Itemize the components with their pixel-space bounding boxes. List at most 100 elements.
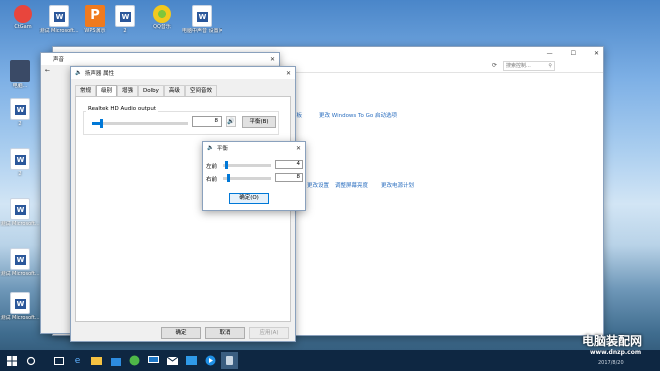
desktop-icon-label: 电脑中声音 设置问题: [182, 28, 222, 34]
window-controls: ✕: [296, 145, 301, 152]
channel-left-slider[interactable]: [223, 161, 271, 169]
link-power-plan[interactable]: 更改电源计划: [381, 181, 414, 189]
refresh-icon[interactable]: ⟳: [492, 62, 497, 69]
taskbar: e: [0, 350, 660, 371]
media-player-icon[interactable]: [202, 352, 219, 369]
volume-value-field[interactable]: 8: [192, 116, 222, 127]
speaker-title: 扬声器 属性: [84, 71, 115, 77]
desktop-icon-label: 测试 Microsoft...: [0, 315, 40, 321]
balance-title: 平衡: [216, 146, 228, 152]
window-controls: ✕: [286, 70, 291, 77]
word-document-icon: [115, 5, 135, 27]
watermark-url: www.dnzp.com: [590, 349, 642, 356]
channel-left-value[interactable]: 4: [275, 160, 303, 169]
qq-icon[interactable]: [126, 352, 143, 369]
photo-icon[interactable]: [183, 352, 200, 369]
mute-speaker-icon[interactable]: 🔊: [226, 116, 236, 127]
ok-button[interactable]: 确定: [161, 327, 201, 339]
tab-levels[interactable]: 级别: [96, 85, 118, 96]
link-windows-to-go[interactable]: 更改 Windows To Go 启动选项: [319, 111, 397, 119]
search-placeholder: 搜索控制...: [506, 62, 531, 69]
watermark-brand: 电脑装配网: [582, 334, 643, 348]
mail-icon[interactable]: [164, 352, 181, 369]
slider-fill: [92, 122, 100, 125]
desktop-icon-doc[interactable]: 测试 Microsoft...: [39, 5, 79, 34]
desktop-icon-label: 2: [123, 28, 127, 34]
close-icon[interactable]: ✕: [286, 70, 291, 77]
speaker-icon: 🔈: [75, 70, 82, 76]
tab-advanced[interactable]: 高级: [163, 85, 185, 96]
desktop-icon-doc[interactable]: 2: [105, 5, 145, 34]
balance-dialog: 🔈 平衡 ✕ 左前 4 右前 8 确定(O): [202, 141, 306, 211]
desktop-icon-doc[interactable]: 测试 Microsoft...: [0, 292, 40, 321]
channel-right-value[interactable]: 8: [275, 173, 303, 182]
window-controls: ✕: [270, 56, 275, 63]
balance-titlebar: 🔈 平衡 ✕: [203, 142, 305, 154]
app-shortcut-icon: [10, 60, 30, 82]
device-label: Realtek HD Audio output: [86, 106, 158, 112]
link-brightness[interactable]: 调整屏幕亮度: [335, 181, 368, 189]
slider-track: [223, 177, 271, 180]
desktop-icon-label: 2: [18, 171, 22, 177]
maximize-icon[interactable]: ☐: [571, 50, 576, 57]
slider-track: [223, 164, 271, 167]
close-icon[interactable]: ✕: [270, 56, 275, 63]
word-document-icon: [10, 98, 30, 120]
search-input[interactable]: 搜索控制... ⚲: [503, 60, 556, 71]
cancel-button[interactable]: 取消: [205, 327, 245, 339]
apply-button[interactable]: 应用(A): [249, 327, 289, 339]
tab-dolby[interactable]: Dolby: [138, 85, 164, 96]
desktop-icon-doc[interactable]: 测试 Microsoft...: [0, 198, 40, 227]
speaker-app-icon[interactable]: [221, 352, 238, 369]
desktop-icon-camera[interactable]: CtGam: [3, 5, 43, 30]
sound-titlebar: 声音 ✕: [41, 53, 279, 65]
back-arrow-icon[interactable]: ←: [45, 67, 50, 74]
balance-button[interactable]: 平衡(B): [242, 116, 276, 128]
slider-thumb[interactable]: [224, 161, 228, 169]
channel-left-label: 左前: [206, 164, 218, 170]
close-icon[interactable]: ✕: [594, 50, 599, 57]
desktop-icon-label: 测试 Microsoft...: [0, 271, 40, 277]
desktop-icon-label: 2: [18, 121, 22, 127]
desktop-icon-doc[interactable]: 2: [0, 98, 40, 127]
word-document-icon: [192, 5, 212, 27]
slider-thumb[interactable]: [99, 119, 103, 128]
slider-thumb[interactable]: [226, 174, 230, 182]
device-group: Realtek HD Audio output 8 🔊 平衡(B): [83, 106, 279, 135]
windows-start-icon[interactable]: [3, 352, 20, 369]
task-view-icon[interactable]: [50, 352, 67, 369]
desktop-icon-doc[interactable]: 测试 Microsoft...: [0, 248, 40, 277]
cortana-search-icon[interactable]: [22, 352, 39, 369]
monitor-icon[interactable]: [145, 352, 162, 369]
tab-enhancements[interactable]: 增强: [117, 85, 139, 96]
desktop-icon-label: 测试 Microsoft...: [39, 28, 79, 34]
word-document-icon: [49, 5, 69, 27]
word-document-icon: [10, 198, 30, 220]
desktop-icon-label: QQ音乐: [153, 24, 171, 30]
music-app-icon: [153, 5, 171, 23]
desktop-icon-doc[interactable]: 2: [0, 148, 40, 177]
camera-app-icon: [14, 5, 32, 23]
word-document-icon: [10, 248, 30, 270]
minimize-icon[interactable]: —: [547, 50, 553, 57]
browser-icon[interactable]: e: [69, 352, 86, 369]
desktop-icon-label: CtGam: [14, 24, 32, 30]
volume-slider[interactable]: [92, 119, 188, 128]
channel-right-slider[interactable]: [223, 174, 271, 182]
search-icon: ⚲: [548, 62, 553, 69]
desktop-icon-music[interactable]: QQ音乐: [142, 5, 182, 30]
close-icon[interactable]: ✕: [296, 145, 301, 152]
link-change-settings[interactable]: 更改设置: [307, 181, 329, 189]
file-explorer-icon[interactable]: [88, 352, 105, 369]
word-document-icon: [10, 148, 30, 170]
tab-spatial-sound[interactable]: 空间音效: [184, 85, 217, 96]
taskbar-date: 2017/8/20: [598, 360, 624, 366]
word-document-icon: [10, 292, 30, 314]
tab-general[interactable]: 常规: [75, 85, 97, 96]
desktop-icon-doc[interactable]: 电脑中声音 设置问题: [182, 5, 222, 34]
desktop-icon-label: 电脑...: [12, 83, 28, 89]
balance-ok-button[interactable]: 确定(O): [229, 193, 269, 204]
store-icon[interactable]: [107, 352, 124, 369]
desktop-icon-shortcut[interactable]: 电脑...: [0, 60, 40, 89]
slider-track: [92, 122, 188, 125]
